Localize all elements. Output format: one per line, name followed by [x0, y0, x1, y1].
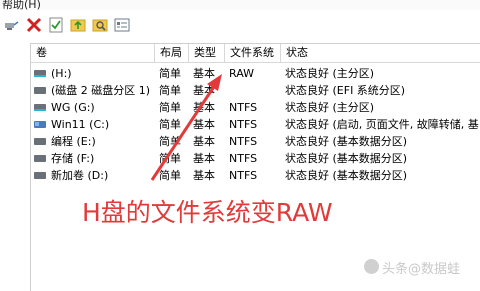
- annotation-text: H盘的文件系统变RAW: [82, 198, 333, 227]
- watermark-logo-icon: [364, 259, 379, 274]
- annotation-arrow: [150, 74, 222, 181]
- watermark-text: 头条@数据蛙: [382, 262, 461, 277]
